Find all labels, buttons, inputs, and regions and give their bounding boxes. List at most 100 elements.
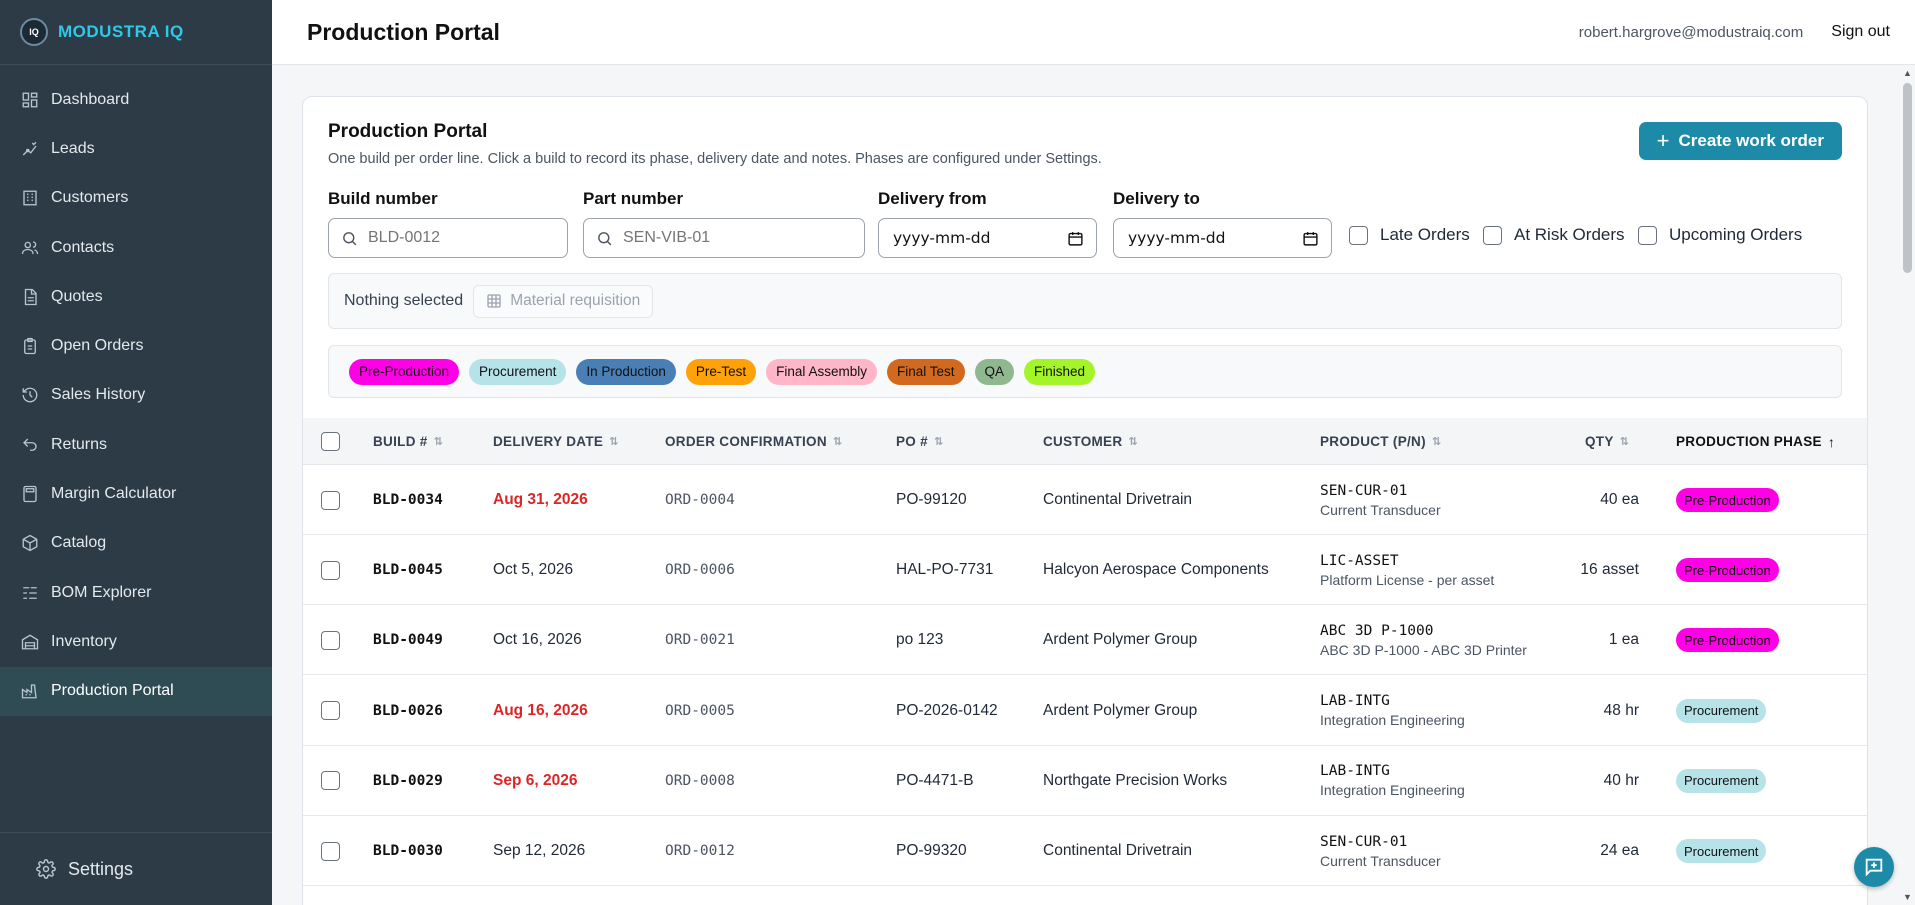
late-orders-checkbox[interactable]: Late Orders: [1349, 225, 1470, 245]
phase-badge[interactable]: Pre-Production: [1676, 628, 1779, 653]
row-select-checkbox[interactable]: [321, 535, 340, 605]
sidebar-item-catalog[interactable]: Catalog: [0, 519, 272, 568]
row-select-checkbox[interactable]: [321, 465, 340, 535]
sign-out-button[interactable]: Sign out: [1831, 23, 1890, 41]
material-requisition-button[interactable]: Material requisition: [473, 284, 654, 318]
brand-logo-icon: IQ: [20, 18, 48, 46]
row-select-checkbox[interactable]: [321, 816, 340, 886]
scroll-up-icon[interactable]: ▲: [1902, 68, 1913, 78]
col-delivery-date[interactable]: DELIVERY DATE ⇅: [493, 418, 619, 465]
phase-chip-finished[interactable]: Finished: [1024, 358, 1096, 385]
scrollbar-thumb[interactable]: [1903, 83, 1912, 273]
sidebar-item-inventory[interactable]: Inventory: [0, 617, 272, 666]
table-header: BUILD # ⇅ DELIVERY DATE ⇅ ORDER CONFIRMATI…: [303, 418, 1867, 465]
phase-chip-qa[interactable]: QA: [974, 358, 1015, 385]
row-select-checkbox[interactable]: [321, 605, 340, 675]
brand[interactable]: IQ MODUSTRA IQ: [0, 0, 272, 65]
sidebar-item-label: Sales History: [51, 386, 146, 404]
checkbox-box[interactable]: [321, 841, 340, 861]
table-row[interactable]: BLD-0045 Oct 5, 2026 ORD-0006 HAL-PO-7731 Ha…: [303, 535, 1867, 606]
sidebar-item-contacts[interactable]: Contacts: [0, 223, 272, 272]
sort-icon: ⇅: [433, 436, 444, 448]
phase-chip-final-test[interactable]: Final Test: [886, 358, 965, 385]
col-product[interactable]: PRODUCT (P/N) ⇅: [1320, 418, 1441, 465]
part-description: ABC 3D P-1000 - ABC 3D Printer: [1320, 641, 1527, 658]
po-number: PO-4471-B: [896, 771, 974, 789]
gear-icon: [36, 859, 56, 879]
sidebar-item-open-orders[interactable]: Open Orders: [0, 321, 272, 370]
table-row[interactable]: BLD-0034 Aug 31, 2026 ORD-0004 PO-99120 Cont…: [303, 465, 1867, 535]
upcoming-orders-checkbox[interactable]: Upcoming Orders: [1638, 225, 1802, 245]
sidebar-item-margin-calculator[interactable]: Margin Calculator: [0, 469, 272, 518]
checkbox-box[interactable]: [321, 490, 340, 510]
phase-chip-pre-test[interactable]: Pre-Test: [685, 358, 757, 385]
phase-chip-in-production[interactable]: In Production: [576, 358, 676, 385]
quantity: 16 asset: [1580, 561, 1639, 579]
chat-button[interactable]: [1854, 847, 1894, 887]
phase-badge[interactable]: Procurement: [1676, 768, 1767, 793]
col-build[interactable]: BUILD # ⇅: [373, 418, 443, 465]
table-row[interactable]: BLD-0030 Sep 12, 2026 ORD-0012 PO-99320 Cont…: [303, 816, 1867, 886]
checkbox-box[interactable]: [1638, 225, 1657, 245]
checkbox-box[interactable]: [1349, 225, 1368, 245]
part-number-input[interactable]: [623, 229, 847, 247]
part-description: Integration Engineering: [1320, 782, 1465, 799]
col-build-label: BUILD #: [373, 434, 428, 449]
checkbox-box[interactable]: [321, 701, 340, 721]
phase-chip-procurement[interactable]: Procurement: [469, 358, 567, 385]
delivery-date: Aug 31, 2026: [493, 491, 588, 508]
sidebar-item-label: Customers: [51, 189, 129, 207]
col-production-phase[interactable]: PRODUCTION PHASE ↑: [1676, 418, 1835, 465]
row-select-checkbox[interactable]: [321, 746, 340, 816]
col-po[interactable]: PO # ⇅: [896, 418, 944, 465]
part-description: Current Transducer: [1320, 852, 1441, 869]
sidebar-item-returns[interactable]: Returns: [0, 420, 272, 469]
create-work-order-button[interactable]: + Create work order: [1638, 122, 1842, 160]
checkbox-box[interactable]: [321, 630, 340, 650]
product: SEN-CUR-01 Current Transducer: [1320, 816, 1441, 886]
row-select-checkbox[interactable]: [321, 676, 340, 746]
sidebar-item-production-portal[interactable]: Production Portal: [0, 666, 272, 716]
build-number-field[interactable]: [328, 218, 568, 258]
sidebar-item-quotes[interactable]: Quotes: [0, 272, 272, 321]
delivery-to-input[interactable]: yyyy-mm-dd: [1113, 218, 1332, 258]
part-number: SEN-CUR-01: [1320, 482, 1408, 499]
sidebar-item-bom-explorer[interactable]: BOM Explorer: [0, 568, 272, 617]
phase-badge[interactable]: Procurement: [1676, 839, 1767, 863]
phase-badge[interactable]: Procurement: [1676, 698, 1767, 723]
page-scrollbar[interactable]: ▲ ▼: [1900, 65, 1915, 905]
table-row[interactable]: BLD-0029 Sep 6, 2026 ORD-0008 PO-4471-B Nort…: [303, 745, 1867, 816]
phase-badge[interactable]: Pre-Production: [1676, 488, 1779, 512]
sidebar-item-leads[interactable]: Leads: [0, 124, 272, 173]
sidebar-item-dashboard[interactable]: Dashboard: [0, 75, 272, 124]
checkbox-box[interactable]: [1483, 225, 1502, 245]
calendar-icon[interactable]: [1302, 230, 1319, 247]
calendar-icon[interactable]: [1067, 230, 1084, 247]
delivery-from-label: Delivery from: [878, 189, 987, 208]
col-order-confirmation[interactable]: ORDER CONFIRMATION ⇅: [665, 418, 842, 465]
sidebar-item-sales-history[interactable]: Sales History: [0, 371, 272, 420]
table-row[interactable]: BLD-0026 Aug 16, 2026 ORD-0005 PO-2026-0142…: [303, 675, 1867, 746]
sidebar-item-customers[interactable]: Customers: [0, 174, 272, 223]
col-qty[interactable]: QTY ⇅: [1585, 418, 1629, 465]
select-all-checkbox[interactable]: [321, 418, 340, 465]
phase-filter-bar: Pre-Production Procurement In Production Pr…: [328, 345, 1842, 398]
col-customer[interactable]: CUSTOMER ⇅: [1043, 418, 1138, 465]
checkbox-box[interactable]: [321, 432, 340, 451]
phase-chip-final-assembly[interactable]: Final Assembly: [766, 358, 877, 385]
clipboard-icon: [20, 336, 40, 356]
scroll-down-icon[interactable]: ▼: [1902, 892, 1913, 902]
table-row[interactable]: BLD-0049 Oct 16, 2026 ORD-0021 po 123 Ardent…: [303, 605, 1867, 676]
checkbox-box[interactable]: [321, 771, 340, 791]
checkbox-box[interactable]: [321, 560, 340, 580]
production-phase-cell: Pre-Production: [1676, 605, 1779, 675]
phase-badge[interactable]: Pre-Production: [1676, 558, 1779, 583]
col-delivery-date-label: DELIVERY DATE: [493, 434, 604, 449]
factory-icon: [20, 681, 40, 701]
phase-chip-pre-production[interactable]: Pre-Production: [349, 358, 460, 385]
build-number-input[interactable]: [368, 229, 559, 247]
sidebar-item-settings[interactable]: Settings: [0, 832, 272, 905]
at-risk-orders-checkbox[interactable]: At Risk Orders: [1483, 225, 1625, 245]
part-number-field[interactable]: [583, 218, 865, 258]
delivery-from-input[interactable]: yyyy-mm-dd: [878, 218, 1097, 258]
